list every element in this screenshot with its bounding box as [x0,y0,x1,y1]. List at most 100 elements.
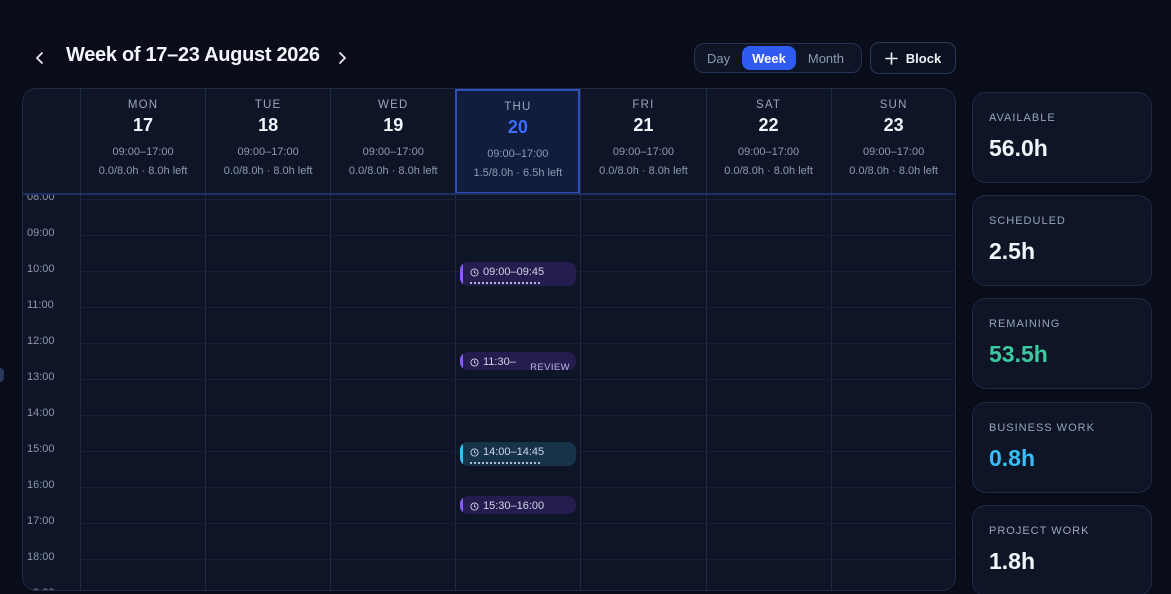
stat-label: SCHEDULED [989,215,1066,227]
week-calendar: MON 17 09:00–17:00 0.0/8.0h · 8.0h left TUE 1… [22,88,956,591]
column-divider [455,195,457,590]
day-capacity: 0.0/8.0h · 8.0h left [98,165,188,177]
day-number: 21 [633,115,654,135]
time-label: 18:00 [27,551,55,563]
stat-value: 0.8h [989,445,1036,471]
time-label: 10:00 [27,263,55,275]
column-divider [205,195,207,590]
day-hours: 09:00–17:00 [737,146,800,158]
page-title: Week of 17–23 August 2026 [66,44,320,66]
event-title-clipped [470,282,540,286]
add-block-button[interactable]: Block [870,42,956,74]
stat-card-available: AVAILABLE 56.0h [972,92,1152,183]
event-color-bar [460,262,463,286]
event-time: 14:00–14:45 [483,446,545,458]
day-capacity: 0.0/8.0h · 8.0h left [724,165,813,177]
day-capacity: 0.0/8.0h · 8.0h left [599,165,688,177]
day-hours: 09:00–17:00 [863,146,925,158]
time-label: 14:00 [27,407,55,419]
previous-week-button[interactable] [28,46,52,70]
time-label: 19:00 [27,587,55,590]
stat-label: BUSINESS WORK [989,422,1095,434]
time-label: 17:00 [27,515,55,527]
day-hours: 09:00–17:00 [362,146,424,158]
day-header-wed[interactable]: WED 19 09:00–17:00 0.0/8.0h · 8.0h left [330,89,455,194]
hour-line [81,199,955,200]
stat-value: 2.5h [989,238,1036,264]
next-week-button[interactable] [330,46,354,70]
column-divider [580,195,582,590]
day-number: 23 [883,115,904,135]
clock-icon [470,267,479,277]
day-hours: 09:00–17:00 [112,146,174,158]
day-name: WED [378,99,409,111]
day-number: 17 [133,115,154,135]
time-label: 13:00 [27,371,55,383]
hour-line [81,487,955,488]
day-name: SUN [879,99,908,111]
hour-line [81,379,955,380]
column-divider [80,195,81,590]
view-week-option[interactable]: Week [742,46,796,70]
day-number: 20 [507,117,528,137]
panel-edge-handle[interactable] [0,368,4,382]
stat-label: AVAILABLE [989,112,1056,124]
day-name: TUE [254,99,282,111]
day-header-mon[interactable]: MON 17 09:00–17:00 0.0/8.0h · 8.0h left [80,89,205,194]
event-color-bar [460,442,463,466]
stat-value: 1.8h [989,548,1036,574]
time-label: 15:00 [27,443,55,455]
stat-label: PROJECT WORK [989,525,1090,537]
day-header-tue[interactable]: TUE 18 09:00–17:00 0.0/8.0h · 8.0h left [205,89,330,194]
column-divider [705,195,707,590]
event-time: 15:30–16:00 [483,500,545,512]
calendar-event[interactable]: 15:30–16:00 [460,496,576,514]
stat-card-scheduled: SCHEDULED 2.5h [972,195,1152,286]
clock-icon [470,357,479,367]
chevron-right-icon [339,52,346,64]
column-divider [830,195,832,590]
day-hours: 09:00–17:00 [237,146,299,158]
calendar-event[interactable]: 09:00–09:45 [460,262,576,286]
day-header-sat[interactable]: SAT 22 09:00–17:00 0.0/8.0h · 8.0h left [705,89,831,194]
time-grid[interactable]: 08:00 09:00 10:00 11:00 12:00 13:00 14:00 15:00… [23,195,955,590]
day-hours: 09:00–17:00 [612,146,675,158]
event-color-bar [460,496,463,514]
clock-icon [470,501,479,511]
day-name: MON [127,99,159,111]
day-capacity: 0.0/8.0h · 8.0h left [849,165,938,177]
calendar-event[interactable]: 14:00–14:45 [460,442,576,466]
event-color-bar [460,352,463,370]
day-number: 22 [758,115,779,135]
day-name: THU [504,101,532,113]
day-number: 18 [258,115,279,135]
day-header-fri[interactable]: FRI 21 09:00–17:00 0.0/8.0h · 8.0h left [580,89,705,194]
time-label: 12:00 [27,335,55,347]
hour-line [81,343,955,344]
stat-card-business-work: BUSINESS WORK 0.8h [972,402,1152,493]
day-capacity: 1.5/8.0h · 6.5h left [473,167,563,179]
view-month-option[interactable]: Month [798,46,854,70]
day-capacity: 0.0/8.0h · 8.0h left [223,165,313,177]
clock-icon [470,447,479,457]
view-toggle: Day Week Month [694,43,862,73]
event-time: 09:00–09:45 [483,266,545,278]
day-hours: 09:00–17:00 [487,148,549,160]
stat-value: 53.5h [989,341,1048,367]
day-name: FRI [632,99,655,111]
chevron-left-icon [36,52,43,64]
plus-icon [884,51,898,65]
day-header-sun[interactable]: SUN 23 09:00–17:00 0.0/8.0h · 8.0h left [830,89,955,194]
hour-line [81,415,955,416]
day-header-thu[interactable]: THU 20 09:00–17:00 1.5/8.0h · 6.5h left [455,89,581,194]
time-label: 08:00 [27,195,55,203]
stat-card-project-work: PROJECT WORK 1.8h [972,505,1152,594]
calendar-event[interactable]: 11:30– REVIEW [460,352,576,370]
stat-card-remaining: REMAINING 53.5h [972,298,1152,389]
time-label: 16:00 [27,479,55,491]
stat-label: REMAINING [989,318,1061,330]
day-capacity: 0.0/8.0h · 8.0h left [348,165,438,177]
column-divider [330,195,332,590]
view-day-option[interactable]: Day [697,46,740,70]
event-time: 11:30– [483,356,516,368]
